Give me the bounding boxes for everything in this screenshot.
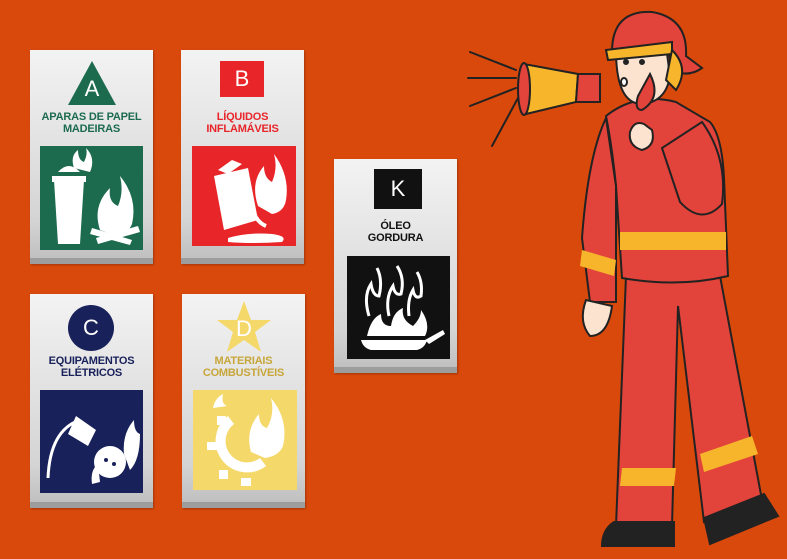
class-c-letter: C bbox=[83, 315, 99, 340]
fire-class-card-c: C EQUIPAMENTOS ELÉTRICOS bbox=[30, 294, 153, 508]
gear-fire-icon bbox=[193, 390, 297, 490]
class-k-label-line1: ÓLEO bbox=[380, 220, 411, 232]
class-c-label-line1: EQUIPAMENTOS bbox=[48, 355, 135, 367]
class-c-label-line2: ELÉTRICOS bbox=[60, 367, 123, 379]
card-a-base bbox=[30, 258, 153, 264]
card-d-base bbox=[182, 502, 305, 508]
fire-class-card-d: D MATERIAIS COMBUSTÍVEIS bbox=[182, 294, 305, 508]
fire-class-card-k: K ÓLEO GORDURA bbox=[334, 159, 457, 373]
fire-class-card-a: A APARAS DE PAPEL MADEIRAS bbox=[30, 50, 153, 264]
class-a-label-line1: APARAS DE PAPEL bbox=[41, 111, 142, 123]
trash-bin-fire-icon bbox=[40, 146, 143, 250]
class-b-label-line2: INFLAMÁVEIS bbox=[206, 123, 279, 135]
firefighter-megaphone-icon bbox=[466, 6, 786, 554]
class-b-letter: B bbox=[234, 66, 250, 91]
card-k-base bbox=[334, 367, 457, 373]
class-k-badge: K bbox=[374, 169, 422, 209]
class-a-badge: A bbox=[67, 60, 117, 106]
card-b-base bbox=[181, 258, 304, 264]
class-d-label-line2: COMBUSTÍVEIS bbox=[202, 367, 285, 379]
class-a-label-line2: MADEIRAS bbox=[62, 123, 121, 135]
class-k-letter: K bbox=[390, 176, 406, 201]
class-b-label-line1: LÍQUIDOS bbox=[216, 111, 269, 123]
class-a-letter: A bbox=[84, 76, 100, 101]
class-c-badge: C bbox=[68, 305, 114, 351]
card-c-base bbox=[30, 502, 153, 508]
fuel-can-fire-icon bbox=[192, 146, 296, 246]
class-b-badge: B bbox=[220, 61, 264, 97]
fire-class-card-b: B LÍQUIDOS INFLAMÁVEIS bbox=[181, 50, 304, 264]
class-d-letter: D bbox=[236, 316, 252, 341]
class-d-label-line1: MATERIAIS bbox=[214, 355, 273, 367]
class-k-label-line2: GORDURA bbox=[367, 232, 424, 244]
class-d-badge: D bbox=[216, 300, 272, 354]
frying-pan-fire-icon bbox=[347, 256, 450, 359]
electric-plug-fire-icon bbox=[40, 390, 143, 493]
